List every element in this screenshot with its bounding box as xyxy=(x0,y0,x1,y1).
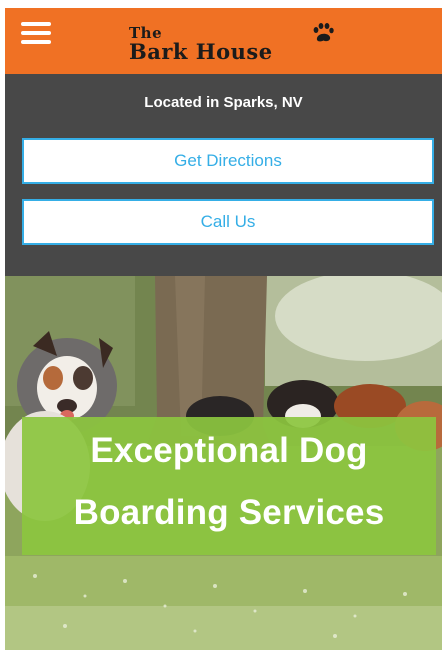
hero-title-line-1: Exceptional Dog xyxy=(90,431,368,470)
menu-bar xyxy=(21,40,51,44)
call-us-button[interactable]: Call Us xyxy=(22,199,434,245)
menu-bar xyxy=(21,31,51,35)
menu-bar xyxy=(21,22,51,26)
site-header: The Bark House xyxy=(5,8,442,74)
hero-title-line-2: Boarding Services xyxy=(73,493,385,532)
info-bar: Located in Sparks, NV Get Directions Cal… xyxy=(5,74,442,276)
logo-main-text: Bark House xyxy=(129,39,273,64)
page: The Bark House Located in Sparks, NV Get… xyxy=(0,0,446,650)
paw-icon xyxy=(313,23,334,42)
site-logo[interactable]: The Bark House xyxy=(129,22,349,66)
get-directions-button[interactable]: Get Directions xyxy=(22,138,434,184)
hero-banner: Exceptional Dog Boarding Services xyxy=(22,417,436,555)
hero-section: Exceptional Dog Boarding Services xyxy=(5,276,442,650)
hamburger-menu-icon[interactable] xyxy=(21,22,51,44)
location-text: Located in Sparks, NV xyxy=(144,94,303,111)
